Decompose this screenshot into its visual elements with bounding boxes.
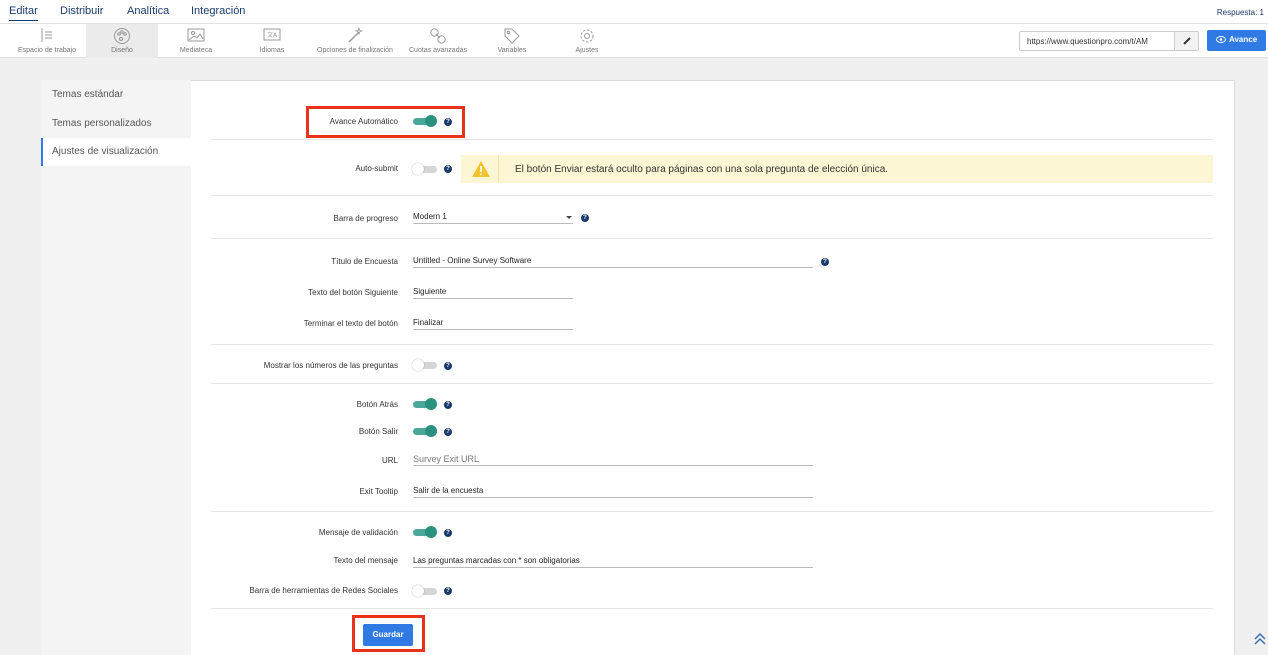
toolbar-design[interactable]: Diseño: [86, 24, 158, 58]
sidebar-item-standard-themes[interactable]: Temas estándar: [41, 81, 191, 109]
tag-icon: [504, 28, 520, 44]
warning-text: El botón Enviar estará oculto para págin…: [515, 164, 889, 175]
scroll-to-top-icon[interactable]: [1253, 632, 1267, 646]
toolbar-label: Espacio de trabajo: [18, 47, 76, 54]
survey-url-field[interactable]: https://www.questionpro.com/t/AM: [1019, 31, 1199, 51]
exit-url-label: URL: [381, 456, 398, 465]
divider: [211, 383, 1213, 384]
next-button-text-label: Texto del botón Siguiente: [308, 288, 398, 297]
magic-wand-icon: [348, 27, 364, 43]
validation-message-toggle[interactable]: [413, 526, 437, 538]
pencil-icon: [1183, 37, 1191, 45]
help-icon[interactable]: ?: [444, 362, 452, 370]
warning-icon: [472, 161, 490, 177]
toolbar-finish-options[interactable]: Opciones de finalización: [310, 24, 400, 58]
toolbar-label: Idiomas: [259, 47, 285, 54]
tab-distribuir[interactable]: Distribuir: [60, 5, 103, 17]
social-toolbar-label: Barra de herramientas de Redes Sociales: [249, 586, 398, 595]
back-button-toggle[interactable]: [413, 398, 437, 410]
toolbar-languages[interactable]: 文A Idiomas: [234, 24, 310, 58]
svg-text:文A: 文A: [267, 31, 278, 39]
toolbar-quotas[interactable]: Cuotas avanzadas: [400, 24, 476, 58]
survey-title-label: Título de Encuesta: [331, 257, 398, 266]
back-button-label: Botón Atrás: [356, 400, 398, 409]
validation-message-label: Mensaje de validación: [318, 528, 398, 537]
message-text-label: Texto del mensaje: [333, 556, 398, 565]
gear-icon: [580, 29, 594, 43]
toolbar-variables[interactable]: Variables: [476, 24, 548, 58]
tab-editar[interactable]: Editar: [9, 5, 38, 21]
tab-analitica[interactable]: Analítica: [127, 5, 169, 17]
help-icon[interactable]: ?: [581, 214, 589, 222]
survey-url-text: https://www.questionpro.com/t/AM: [1027, 37, 1148, 46]
help-icon[interactable]: ?: [821, 258, 829, 266]
toolbar-label: Diseño: [111, 47, 133, 54]
toolbar-media[interactable]: Mediateca: [158, 24, 234, 58]
preview-button[interactable]: Avance: [1207, 30, 1266, 51]
finish-button-text-input[interactable]: Finalizar: [413, 316, 573, 330]
progress-bar-label: Barra de progreso: [333, 214, 398, 223]
translate-icon: 文A: [263, 28, 281, 41]
exit-button-toggle[interactable]: [413, 425, 437, 437]
toolbar-workspace[interactable]: Espacio de trabajo: [8, 24, 86, 58]
show-numbers-label: Mostrar los números de las preguntas: [263, 361, 398, 370]
divider: [211, 139, 1213, 140]
tab-integracion[interactable]: Integración: [191, 5, 245, 17]
toolbar-label: Mediateca: [179, 47, 213, 54]
help-icon[interactable]: ?: [444, 165, 452, 173]
top-nav: Editar Distribuir Analítica Integración …: [0, 0, 1268, 24]
survey-title-input[interactable]: Untitled - Online Survey Software: [413, 254, 813, 268]
toolbar-label: Opciones de finalización: [317, 47, 393, 54]
message-text-input[interactable]: Las preguntas marcadas con * son obligat…: [413, 554, 813, 568]
auto-submit-label: Auto-submit: [355, 164, 398, 173]
edit-url-button[interactable]: [1174, 32, 1198, 50]
highlight-box: [352, 615, 425, 652]
workspace-icon: [41, 28, 52, 42]
divider: [211, 238, 1213, 239]
divider: [211, 511, 1213, 512]
toolbar-label: Cuotas avanzadas: [409, 47, 467, 54]
sidebar-item-display-settings[interactable]: Ajustes de visualización: [41, 138, 191, 166]
progress-bar-select[interactable]: Modern 1: [413, 210, 573, 224]
palette-icon: [114, 28, 130, 44]
help-icon[interactable]: ?: [444, 428, 452, 436]
help-icon[interactable]: ?: [444, 587, 452, 595]
help-icon[interactable]: ?: [444, 401, 452, 409]
divider: [211, 608, 1213, 609]
chevron-down-icon: [566, 216, 572, 219]
auto-submit-toggle[interactable]: [412, 163, 437, 175]
finish-button-text-label: Terminar el texto del botón: [303, 319, 398, 328]
exit-button-label: Botón Salir: [358, 427, 398, 436]
toolbar-label: Ajustes: [575, 47, 599, 54]
toolbar-label: Variables: [497, 47, 527, 54]
eye-icon: [1216, 36, 1226, 43]
show-numbers-toggle[interactable]: [412, 359, 437, 371]
help-icon[interactable]: ?: [444, 529, 452, 537]
preview-label: Avance: [1229, 35, 1258, 44]
divider: [211, 195, 1213, 196]
exit-tooltip-input[interactable]: Salir de la encuesta: [413, 484, 813, 498]
exit-tooltip-label: Exit Tooltip: [359, 487, 398, 496]
link-icon: [430, 28, 446, 44]
exit-url-input[interactable]: Survey Exit URL: [413, 452, 813, 466]
highlight-box: [306, 106, 465, 138]
auto-submit-warning: El botón Enviar estará oculto para págin…: [461, 155, 1213, 183]
response-count: Respuesta: 1: [1216, 8, 1264, 17]
toolbar-settings[interactable]: Ajustes: [548, 24, 626, 58]
social-toolbar-toggle[interactable]: [412, 585, 437, 597]
image-icon: [187, 28, 205, 42]
next-button-text-input[interactable]: Siguiente: [413, 285, 573, 299]
divider: [211, 344, 1213, 345]
